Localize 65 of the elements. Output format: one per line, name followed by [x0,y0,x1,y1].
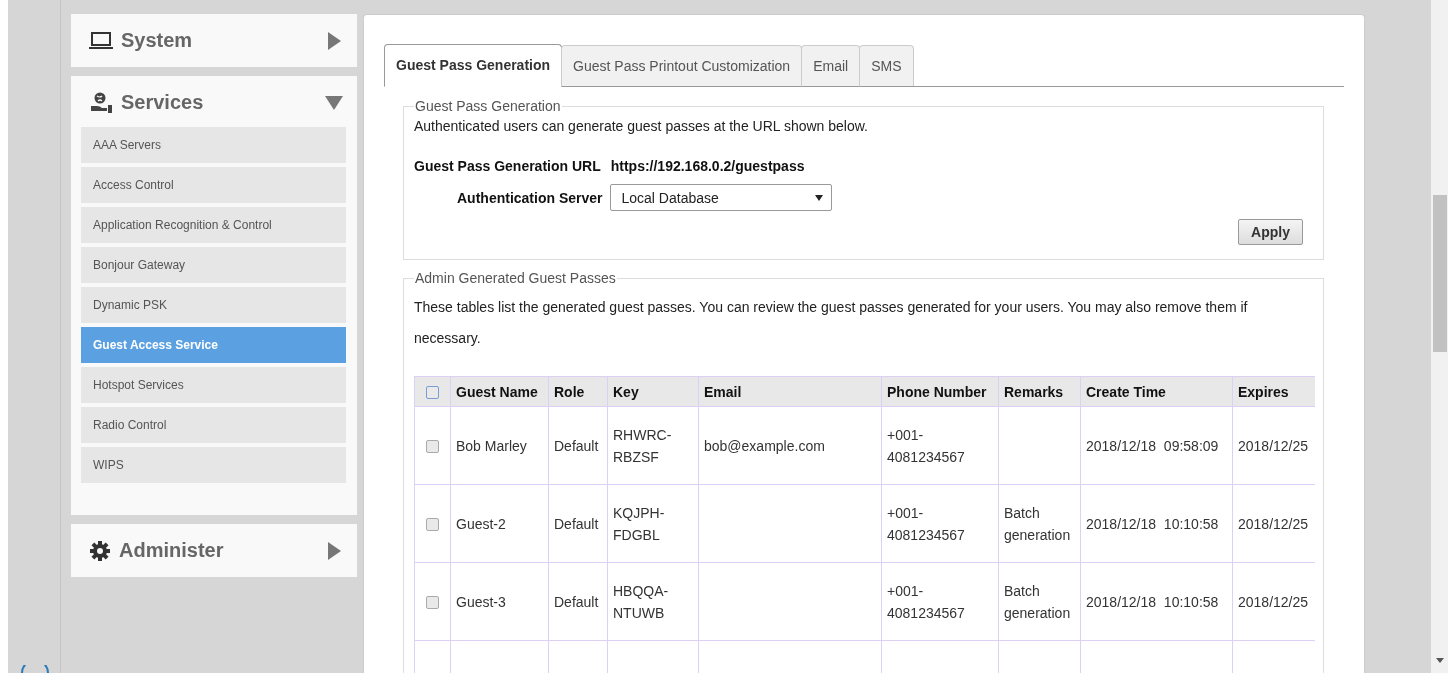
sidebar-item[interactable]: Hotspot Services [81,367,346,403]
column-header: Create Time [1086,383,1166,400]
column-header: Expires [1238,383,1289,400]
table-cell: +001-4081234567 [887,504,965,543]
column-header: Phone Number [887,383,987,400]
select-all-checkbox[interactable] [426,386,439,400]
tab[interactable]: Guest Pass Printout Customization [561,45,803,87]
table-cell: Batch generation [1004,582,1071,621]
right-triangle-icon[interactable] [325,541,343,560]
table-cell: Default [554,437,599,454]
section-legend: Admin Generated Guest Passes [414,270,617,286]
column-header: Key [613,383,639,400]
table-cell: Batch generation [1004,504,1071,543]
laptop-icon [89,30,113,51]
tab[interactable]: Email [801,45,861,87]
sidebar-item[interactable]: Bonjour Gateway [81,247,346,283]
url-text: https://192.168.0.2/guestpass [610,158,805,174]
sidebar-section-title[interactable]: System [121,29,317,52]
row-checkbox[interactable] [426,440,439,454]
table-cell: +001-4081234567 [887,426,965,465]
field-label: Authentication Server [457,189,603,206]
table-cell: Guest-2 [456,515,506,532]
table-cell: RHWRC-RBZSF [613,426,672,465]
description-text: These tables list the generated guest passes. You can review the guest passes generated for your users. You may also remove them if necessary. [414,298,1249,348]
scrollbar[interactable] [1431,0,1448,673]
table-cell: Guest-3 [456,593,506,610]
down-triangle-icon[interactable] [325,93,343,112]
table-cell: 2018/12/18 10:10:58 [1086,593,1219,610]
hand-globe-icon [89,91,113,114]
table-cell: 2018/12/25 [1238,515,1309,532]
server-dropdown[interactable]: Local Database [610,184,833,211]
sidebar-item[interactable]: Radio Control [81,407,346,443]
tab[interactable]: Guest Pass Generation [384,44,563,87]
table-cell: HBQQA-NTUWB [613,582,669,621]
gear-icon [89,539,111,562]
column-header: Guest Name [456,383,538,400]
sidebar-item[interactable]: Application Recognition & Control [81,207,346,243]
row-checkbox[interactable] [426,518,439,532]
table-cell: 2018/12/25 [1238,593,1309,610]
table-cell: 2018/12/25 [1238,437,1309,454]
table-cell: Default [554,593,599,610]
apply-button[interactable]: Apply [1238,219,1303,245]
table-cell: 2018/12/18 09:58:09 [1086,437,1219,454]
sidebar-item[interactable]: Dynamic PSK [81,287,346,323]
table-cell: 2018/12/18 10:10:58 [1086,515,1219,532]
column-header: Email [704,383,742,400]
sidebar-item[interactable]: WIPS [81,447,346,483]
row-checkbox[interactable] [426,596,439,610]
right-triangle-icon[interactable] [325,31,343,50]
description-text: Authenticated users can generate guest passes at the URL shown below. [414,118,869,134]
sidebar-item[interactable]: Access Control [81,167,346,203]
column-header: Role [554,383,585,400]
field-label: Guest Pass Generation URL [414,158,601,174]
dropdown-arrow-icon[interactable] [815,194,824,201]
sidebar-item[interactable]: AAA Servers [81,127,346,163]
section-legend: Guest Pass Generation [414,98,562,114]
sidebar-section-title[interactable]: Services [121,91,317,114]
tab[interactable]: SMS [859,45,914,87]
table-cell: KQJPH-FDGBL [613,504,665,543]
table-cell: Default [554,515,599,532]
sidebar-section-title[interactable]: Administer [119,539,317,562]
column-header: Remarks [1004,383,1064,400]
table-cell: +001-4081234567 [887,582,965,621]
table-cell: bob@example.com [704,437,825,454]
table-cell: Bob Marley [456,437,527,454]
